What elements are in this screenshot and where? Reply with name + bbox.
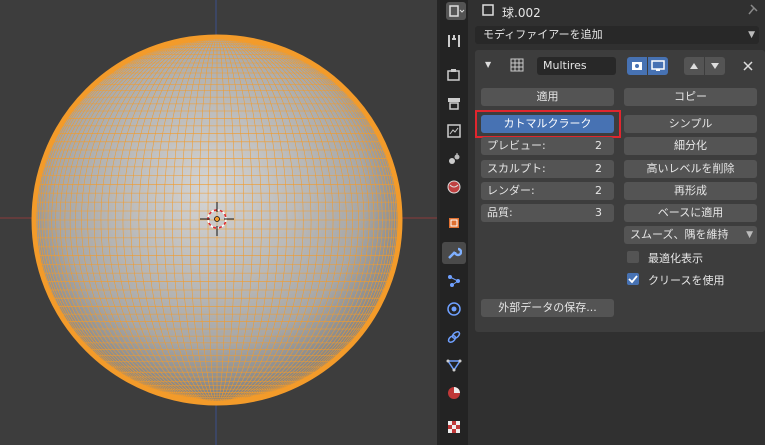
view-layer-icon bbox=[447, 124, 461, 138]
view-layer-tab[interactable] bbox=[442, 120, 466, 142]
modifier-name-field[interactable]: Multires bbox=[537, 57, 616, 75]
modifier-name: Multires bbox=[543, 59, 587, 72]
render-value: 2 bbox=[595, 184, 602, 197]
sculpt-value: 2 bbox=[595, 162, 602, 175]
simple-button[interactable]: シンプル bbox=[624, 115, 757, 133]
physics-tab[interactable] bbox=[442, 298, 466, 320]
particles-tab[interactable] bbox=[442, 270, 466, 292]
use-creases-checkbox[interactable] bbox=[627, 273, 639, 285]
apply-button[interactable]: 適用 bbox=[481, 88, 614, 106]
check-icon bbox=[628, 275, 638, 284]
physics-icon bbox=[447, 302, 461, 316]
viewport-scene bbox=[0, 0, 437, 445]
chevron-down-icon: ▼ bbox=[748, 30, 755, 40]
render-icon bbox=[447, 69, 460, 81]
move-down-button[interactable] bbox=[705, 57, 725, 75]
optimal-display-label: 最適化表示 bbox=[648, 252, 703, 265]
delete-higher-button[interactable]: 高いレベルを削除 bbox=[624, 160, 757, 178]
modifier-tab[interactable] bbox=[442, 242, 466, 264]
sculpt-label: スカルプト: bbox=[487, 162, 546, 175]
optimal-display-checkbox[interactable] bbox=[627, 251, 639, 263]
render-label: レンダー: bbox=[487, 184, 535, 197]
modifier-icon bbox=[448, 247, 462, 259]
render-levels-field[interactable]: レンダー: 2 bbox=[481, 182, 614, 200]
viewport-toggle[interactable] bbox=[648, 57, 668, 75]
add-modifier-dropdown[interactable]: モディファイアーを追加 ▼ bbox=[475, 26, 759, 44]
render-toggle[interactable] bbox=[627, 57, 647, 75]
data-tab[interactable] bbox=[442, 354, 466, 376]
collapse-arrow-icon[interactable]: ▼ bbox=[485, 60, 491, 69]
material-tab[interactable] bbox=[442, 382, 466, 404]
add-modifier-label: モディファイアーを追加 bbox=[483, 28, 603, 41]
constraints-icon bbox=[447, 331, 461, 343]
properties-tabs bbox=[440, 0, 468, 445]
render-tab[interactable] bbox=[442, 64, 466, 86]
output-icon bbox=[448, 98, 460, 110]
monitor-icon bbox=[651, 60, 665, 71]
world-icon bbox=[447, 180, 461, 194]
quality-value: 3 bbox=[595, 206, 602, 219]
close-icon[interactable] bbox=[741, 59, 755, 73]
save-external-button[interactable]: 外部データの保存... bbox=[481, 299, 614, 317]
preview-value: 2 bbox=[595, 139, 602, 152]
constraints-tab[interactable] bbox=[442, 326, 466, 348]
object-data-icon bbox=[482, 4, 494, 16]
uv-smooth-label: スムーズ、隅を維持 bbox=[630, 228, 729, 241]
preview-levels-field[interactable]: プレビュー: 2 bbox=[481, 137, 614, 155]
pin-icon[interactable] bbox=[746, 3, 760, 17]
texture-icon bbox=[448, 421, 460, 433]
copy-button[interactable]: コピー bbox=[624, 88, 757, 106]
object-tab[interactable] bbox=[442, 212, 466, 234]
chevron-down-icon: ▼ bbox=[746, 230, 753, 240]
object-icon bbox=[449, 218, 459, 228]
scene-icon bbox=[449, 153, 460, 164]
texture-tab[interactable] bbox=[442, 416, 466, 438]
output-tab[interactable] bbox=[442, 92, 466, 114]
highlight-box bbox=[475, 110, 621, 138]
data-icon bbox=[446, 359, 462, 372]
scene-tab[interactable] bbox=[442, 148, 466, 170]
move-up-button[interactable] bbox=[684, 57, 704, 75]
3d-viewport[interactable] bbox=[0, 0, 437, 445]
properties-editor-icon bbox=[449, 5, 465, 17]
sculpt-levels-field[interactable]: スカルプト: 2 bbox=[481, 160, 614, 178]
use-creases-label: クリースを使用 bbox=[648, 274, 725, 287]
particles-icon bbox=[448, 275, 460, 287]
quality-label: 品質: bbox=[487, 206, 513, 219]
multires-icon bbox=[510, 58, 524, 72]
world-tab[interactable] bbox=[442, 176, 466, 198]
quality-field[interactable]: 品質: 3 bbox=[481, 204, 614, 222]
properties-header: 球.002 bbox=[468, 0, 765, 22]
uv-smooth-dropdown[interactable]: スムーズ、隅を維持 ▼ bbox=[624, 226, 757, 244]
subdivide-button[interactable]: 細分化 bbox=[624, 137, 757, 155]
editor-type-button[interactable] bbox=[446, 2, 466, 20]
apply-base-button[interactable]: ベースに適用 bbox=[624, 204, 757, 222]
arrow-up-icon bbox=[690, 63, 698, 69]
reshape-button[interactable]: 再形成 bbox=[624, 182, 757, 200]
camera-icon bbox=[632, 62, 642, 70]
object-name: 球.002 bbox=[502, 6, 541, 20]
tool-tab[interactable] bbox=[442, 30, 466, 52]
arrow-down-icon bbox=[711, 63, 719, 69]
material-icon bbox=[448, 387, 460, 399]
tool-icon bbox=[448, 35, 460, 47]
preview-label: プレビュー: bbox=[487, 139, 546, 152]
